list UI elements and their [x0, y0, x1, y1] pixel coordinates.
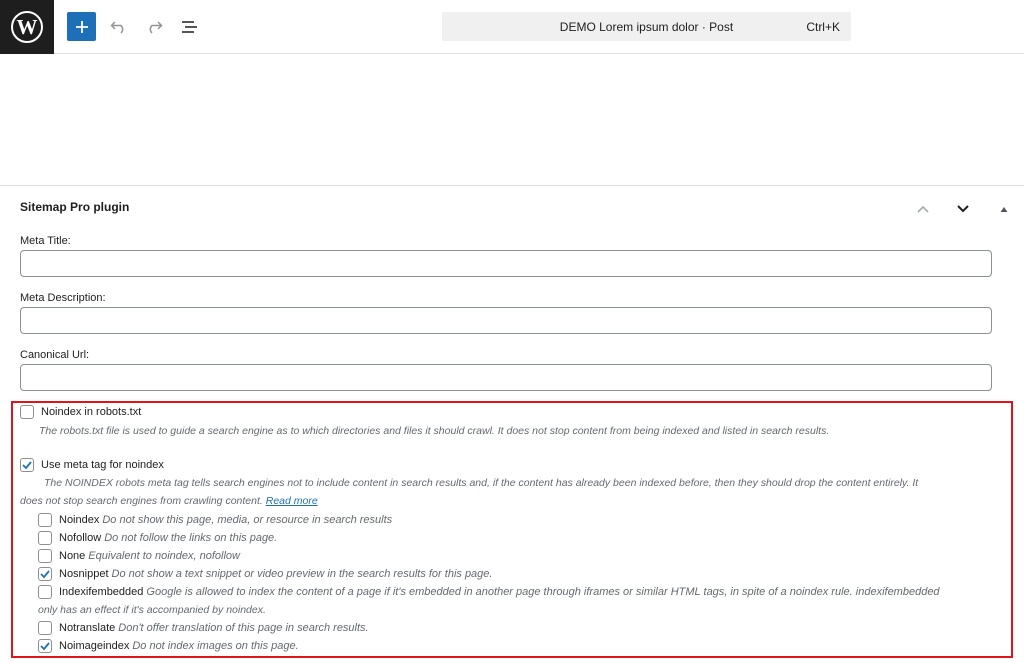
metabox-header: Sitemap Pro plugin: [0, 186, 1024, 230]
meta-noindex-description-line2-wrap: does not stop search engines from crawli…: [20, 492, 318, 510]
noindex-robots-description: The robots.txt file is used to guide a s…: [39, 425, 830, 437]
option-name: Noimageindex: [59, 640, 130, 652]
undo-icon: [110, 21, 124, 34]
option-description: Do not show this page, media, or resourc…: [102, 514, 393, 526]
option-description: Do not index images on this page.: [132, 640, 299, 652]
meta-noindex-description-line1: The NOINDEX robots meta tag tells search…: [44, 477, 919, 489]
noindex-robots-label: Noindex in robots.txt: [41, 406, 142, 418]
option-label-noindex: Noindex Do not show this page, media, or …: [59, 514, 392, 526]
option-checkbox-indexifembedded[interactable]: [38, 585, 52, 599]
meta-description-input[interactable]: [20, 307, 992, 334]
toggle-panel-button[interactable]: [993, 198, 1015, 220]
option-label-indexifembedded: Indexifembedded Google is allowed to inde…: [59, 586, 940, 598]
shortcut-hint: Ctrl+K: [806, 20, 840, 34]
checkmark-icon: [22, 461, 32, 470]
canonical-url-label: Canonical Url:: [20, 349, 90, 361]
meta-noindex-label: Use meta tag for noindex: [41, 459, 164, 471]
option-checkbox-nofollow[interactable]: [38, 531, 52, 545]
option-description: Google is allowed to index the content o…: [146, 586, 940, 598]
option-description-line2: only has an effect if it's accompanied b…: [38, 604, 266, 616]
option-name: None: [59, 550, 86, 562]
option-name: Nofollow: [59, 532, 102, 544]
option-description: Don't offer translation of this page in …: [118, 622, 369, 634]
option-name: Indexifembedded: [59, 586, 144, 598]
move-down-button[interactable]: [952, 198, 974, 220]
move-up-button[interactable]: [912, 198, 934, 220]
option-checkbox-noimageindex[interactable]: [38, 639, 52, 653]
meta-noindex-checkbox[interactable]: [20, 458, 34, 472]
option-description: Do not follow the links on this page.: [104, 532, 278, 544]
meta-title-label: Meta Title:: [20, 235, 71, 247]
option-checkbox-noindex[interactable]: [38, 513, 52, 527]
checkmark-icon: [40, 642, 50, 651]
option-checkbox-notranslate[interactable]: [38, 621, 52, 635]
triangle-up-icon: [1000, 207, 1008, 212]
option-label-nofollow: Nofollow Do not follow the links on this …: [59, 532, 277, 544]
add-block-button[interactable]: [67, 12, 96, 41]
option-label-noimageindex: Noimageindex Do not index images on this …: [59, 640, 299, 652]
option-description: Equivalent to noindex, nofollow: [88, 550, 240, 562]
option-checkbox-none[interactable]: [38, 549, 52, 563]
meta-description-label: Meta Description:: [20, 292, 106, 304]
post-title: DEMO Lorem ipsum dolor · Post: [559, 20, 734, 34]
option-description: Do not show a text snippet or video prev…: [111, 568, 493, 580]
meta-title-input[interactable]: [20, 250, 992, 277]
svg-text:W: W: [17, 15, 38, 39]
command-palette-bar[interactable]: DEMO Lorem ipsum dolor · Post Ctrl+K: [442, 12, 851, 41]
list-view-icon: [182, 21, 197, 33]
option-name: Nosnippet: [59, 568, 109, 580]
option-name: Noindex: [59, 514, 100, 526]
option-label-nosnippet: Nosnippet Do not show a text snippet or v…: [59, 568, 492, 580]
option-label-notranslate: Notranslate Don't offer translation of th…: [59, 622, 369, 634]
editor-canvas[interactable]: [0, 54, 1024, 185]
editor-header: W DEMO Lorem ipsum dolor · Post Ctrl+K: [0, 0, 1024, 54]
canonical-url-input[interactable]: [20, 364, 992, 391]
chevron-up-icon: [917, 205, 929, 213]
redo-button[interactable]: [141, 14, 167, 40]
option-label-none: None Equivalent to noindex, nofollow: [59, 550, 240, 562]
wordpress-logo-icon[interactable]: W: [0, 0, 54, 54]
metabox-title: Sitemap Pro plugin: [20, 200, 130, 214]
checkmark-icon: [40, 570, 50, 579]
noindex-robots-checkbox[interactable]: [20, 405, 34, 419]
undo-button[interactable]: [106, 14, 132, 40]
option-name: Notranslate: [59, 622, 116, 634]
redo-icon: [149, 21, 163, 34]
option-checkbox-nosnippet[interactable]: [38, 567, 52, 581]
plus-icon: [75, 20, 88, 33]
chevron-down-icon: [957, 205, 969, 213]
document-overview-button[interactable]: [177, 14, 203, 40]
read-more-link[interactable]: Read more: [266, 495, 318, 507]
meta-noindex-description-line2: does not stop search engines from crawli…: [20, 495, 263, 507]
